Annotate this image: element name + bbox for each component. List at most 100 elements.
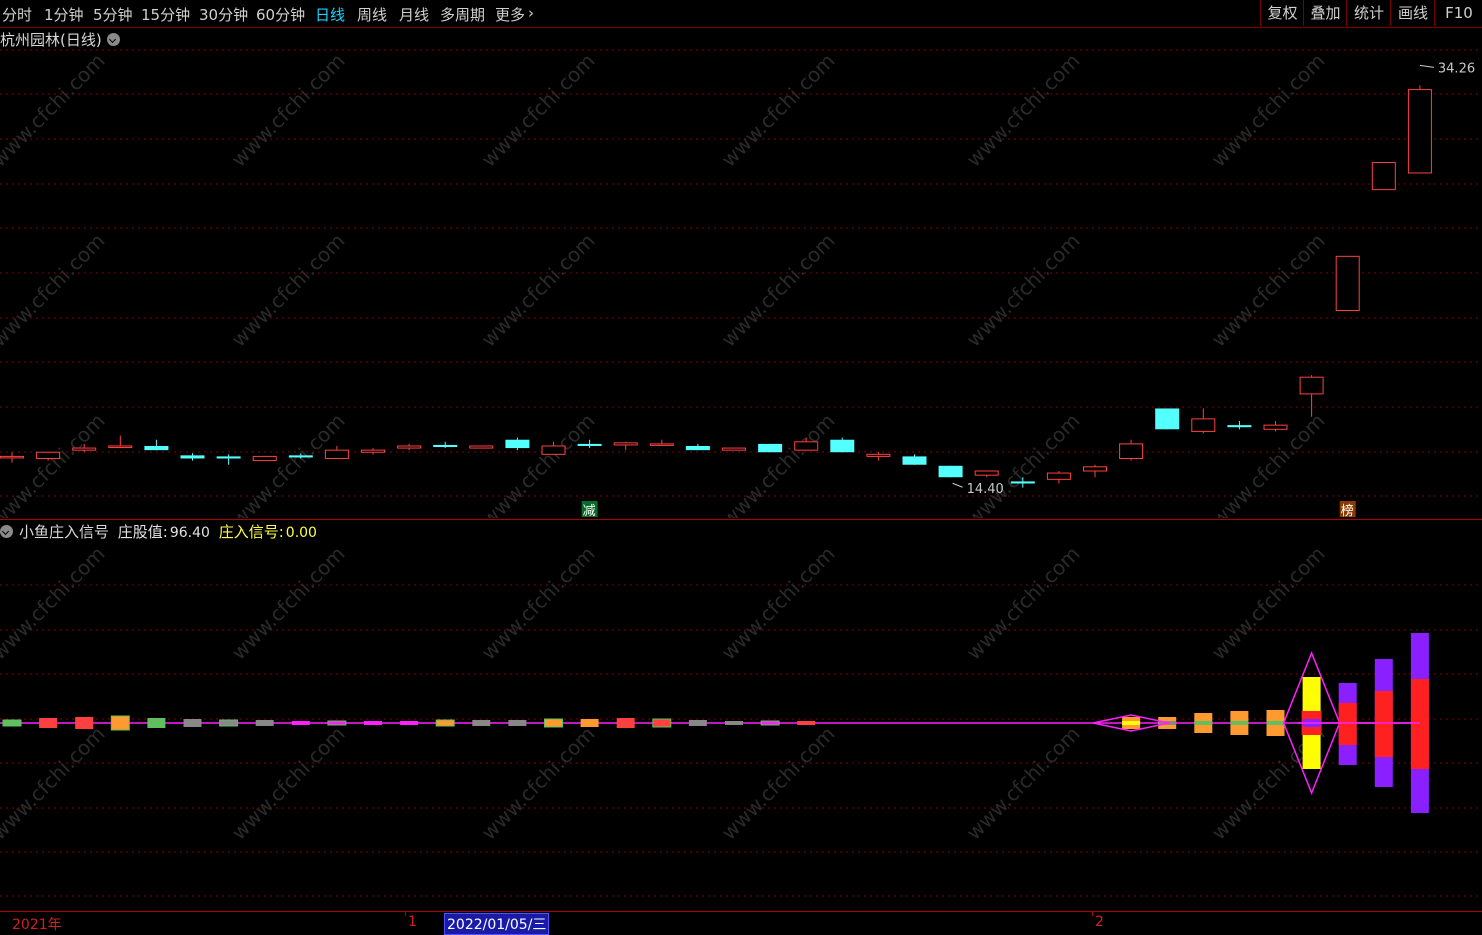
indicator-field1-value: 96.40 (169, 525, 210, 541)
signal-bar (147, 718, 166, 728)
axis-tick (405, 912, 406, 916)
signal-bar (2, 719, 22, 727)
signal-bar (327, 720, 347, 726)
period-tab-6[interactable]: 日线 (315, 4, 345, 25)
candle-body (433, 444, 458, 448)
watermark-text: www.cfchi.com (962, 49, 1085, 172)
watermark-text: www.cfchi.com (962, 229, 1085, 352)
signal-bar-large (1338, 703, 1357, 745)
watermark-text: www.cfchi.com (962, 409, 1085, 518)
chevron-down-icon[interactable] (0, 525, 13, 538)
signal-bar (508, 720, 527, 726)
period-toolbar: 分时 1分钟 5分钟 15分钟 30分钟 60分钟 日线 周线 月线 多周期 更多 › 复权 叠加 统计 画线… (0, 0, 1482, 28)
candle-body (685, 445, 710, 451)
watermark-text: www.cfchi.com (0, 49, 110, 172)
watermark-text: www.cfchi.com (717, 722, 840, 845)
signal-bar (544, 718, 563, 728)
candle-body (1010, 481, 1035, 484)
indicator-chart[interactable]: www.cfchi.com www.cfchi.com www.cfchi.com w… (0, 541, 1482, 911)
indicator-title-bar[interactable]: 小鱼庄入信号 庄股值: 96.40 庄入信号: 0.00 (0, 521, 317, 542)
signal-bar (219, 719, 239, 727)
period-tab-8[interactable]: 月线 (399, 4, 429, 25)
signal-bar (183, 719, 202, 727)
watermark-text: www.cfchi.com (477, 722, 600, 845)
signal-bar (725, 721, 743, 725)
candle-body (1335, 255, 1360, 312)
candle-body (794, 441, 819, 451)
candle-body (1227, 425, 1252, 428)
toolbar-button-3[interactable]: 画线 (1390, 0, 1435, 26)
candle-body (108, 445, 133, 448)
candle-body (1046, 472, 1071, 480)
toolbar-button-2[interactable]: 统计 (1346, 0, 1391, 26)
period-tab-4[interactable]: 30分钟 (199, 4, 248, 25)
period-tab-7[interactable]: 周线 (357, 4, 387, 25)
watermark-text: www.cfchi.com (0, 542, 110, 665)
chevron-right-icon[interactable]: › (528, 4, 534, 22)
period-tab-1[interactable]: 1分钟 (44, 4, 84, 25)
high-pointer (1419, 64, 1434, 68)
axis-tick (1092, 912, 1093, 916)
candle-body (866, 453, 891, 457)
candle-body (144, 445, 169, 451)
signal-bar (39, 718, 58, 728)
watermark-text: www.cfchi.com (0, 722, 110, 845)
candle-body (36, 451, 61, 459)
period-tab-9[interactable]: 多周期 (440, 4, 485, 25)
indicator-name: 小鱼庄入信号 (19, 523, 110, 541)
candle-body (1119, 443, 1144, 459)
candle-body (505, 439, 530, 449)
indicator-field2-label: 庄入信号: (218, 523, 284, 541)
watermark-text: www.cfchi.com (227, 49, 350, 172)
period-tab-0[interactable]: 分时 (2, 4, 32, 25)
low-pointer (952, 482, 963, 488)
candle-body (613, 442, 638, 446)
candle-body (541, 445, 566, 455)
signal-bar-core (1194, 721, 1213, 725)
candle-body (577, 443, 602, 446)
period-tab-10[interactable]: 更多 (495, 4, 525, 25)
watermark-text: www.cfchi.com (1207, 49, 1330, 172)
toolbar-button-1[interactable]: 叠加 (1303, 0, 1347, 26)
candle-body (1371, 162, 1396, 191)
signal-bar-large (1374, 691, 1393, 757)
signal-bar (652, 718, 672, 728)
reduce-badge: 减 (583, 504, 596, 518)
watermark-text: www.cfchi.com (227, 722, 350, 845)
period-tab-3[interactable]: 15分钟 (141, 4, 190, 25)
signal-bar (110, 715, 130, 731)
watermark-text: www.cfchi.com (1207, 229, 1330, 352)
low-price-label: 14.40 (967, 482, 1004, 497)
signal-bar (580, 719, 599, 727)
candle-body (1299, 376, 1324, 395)
candle-body (397, 445, 422, 449)
candle-body (180, 455, 205, 459)
candlestick-chart[interactable]: www.cfchi.com www.cfchi.com www.cfchi.com w… (0, 28, 1482, 518)
signal-bar (616, 718, 635, 728)
period-tab-2[interactable]: 5分钟 (93, 4, 133, 25)
period-tab-5[interactable]: 60分钟 (256, 4, 305, 25)
time-axis[interactable]: 2021年 1 2022/01/05/三 2 (0, 911, 1482, 935)
watermark-text: www.cfchi.com (477, 229, 600, 352)
watermark-text: www.cfchi.com (0, 229, 110, 352)
watermark-text: www.cfchi.com (962, 542, 1085, 665)
signal-bar-large (1410, 679, 1429, 769)
signal-bar-core (1122, 721, 1141, 725)
high-price-label: 34.26 (1438, 61, 1475, 76)
signal-bar (291, 721, 310, 725)
watermark-text: www.cfchi.com (477, 49, 600, 172)
candle-body (1407, 89, 1432, 174)
toolbar-button-4[interactable]: F10 (1434, 0, 1482, 26)
toolbar-button-0[interactable]: 复权 (1260, 0, 1304, 26)
signal-bar-core (1230, 721, 1249, 725)
panel-divider (0, 519, 1482, 520)
axis-year-label: 2021年 (12, 917, 62, 933)
candle-body (758, 443, 783, 453)
candle-body (722, 447, 746, 451)
candle-body (72, 447, 97, 451)
watermark-text: www.cfchi.com (962, 722, 1085, 845)
candle-body (0, 455, 24, 459)
candle-body (830, 439, 855, 453)
candle-body (1191, 418, 1216, 432)
candle-body (974, 470, 999, 476)
